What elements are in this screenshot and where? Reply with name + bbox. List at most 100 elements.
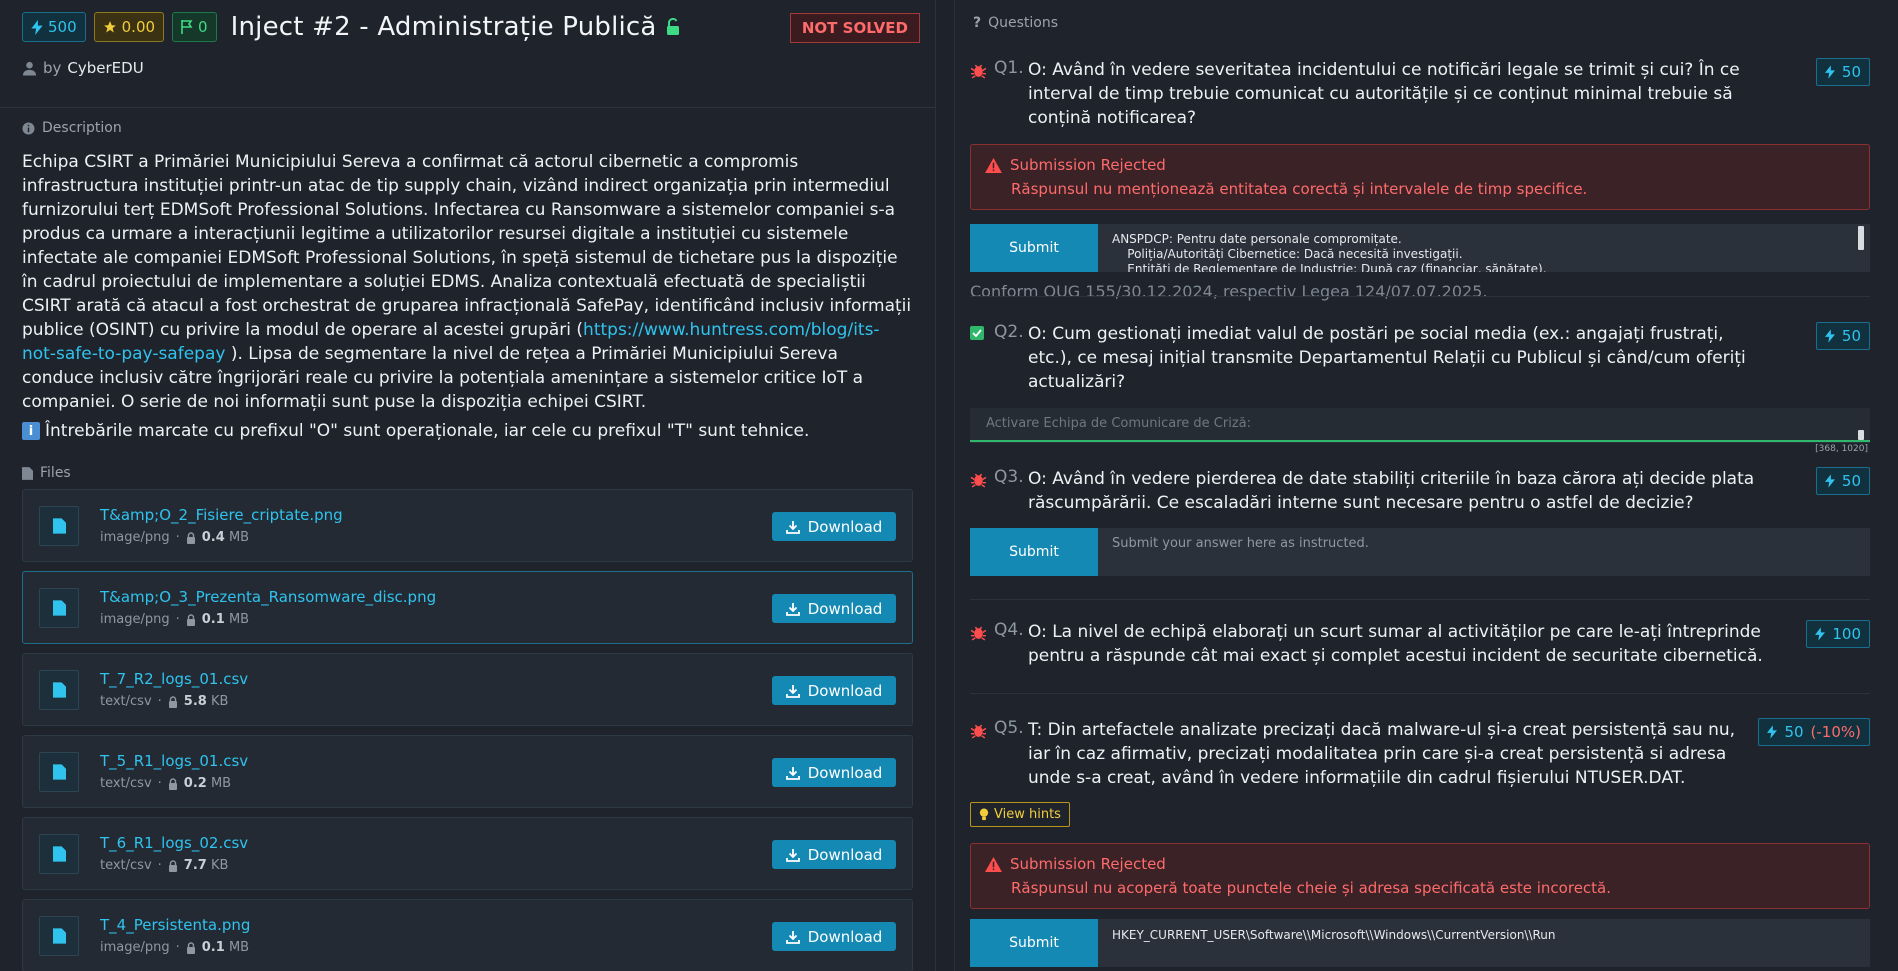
bolt-icon bbox=[1824, 65, 1835, 79]
question-points: 50 bbox=[1815, 58, 1870, 86]
warning-icon bbox=[985, 856, 1002, 872]
scrollbar[interactable] bbox=[1858, 226, 1864, 250]
description-text: Echipa CSIRT a Primăriei Municipiului Se… bbox=[22, 152, 912, 412]
files-section: Files T&amp;O_2_Fisiere_criptate.pngimag… bbox=[0, 441, 935, 971]
score-value: 0.00 bbox=[121, 18, 156, 36]
file-size: 0.4 bbox=[201, 530, 225, 545]
file-type: image/png bbox=[100, 612, 170, 627]
flags-badge: 0 bbox=[172, 12, 217, 42]
download-button[interactable]: Download bbox=[772, 840, 896, 869]
document-icon bbox=[39, 751, 79, 792]
divider bbox=[970, 442, 1870, 443]
answer-field[interactable]: Submit your answer here as instructed. bbox=[1098, 528, 1870, 576]
submit-button[interactable]: Submit bbox=[970, 224, 1098, 272]
question-points: 50 bbox=[1815, 467, 1870, 495]
question-points: 100 bbox=[1806, 620, 1870, 648]
author-name[interactable]: CyberEDU bbox=[67, 59, 143, 77]
answer-field[interactable]: Activare Echipa de Comunicare de Criză: … bbox=[970, 408, 1870, 454]
info-icon bbox=[22, 121, 35, 135]
file-meta: text/csv · 0.2 MB bbox=[100, 776, 232, 791]
status-badge: NOT SOLVED bbox=[789, 13, 920, 43]
question-text: T: Din artefactele analizate precizați d… bbox=[1028, 720, 1736, 788]
document-icon bbox=[39, 587, 79, 628]
questions-panel: ? Questions Q1. O: Având în vedere sever… bbox=[954, 0, 1898, 971]
download-icon bbox=[785, 930, 800, 944]
file-type: text/csv bbox=[100, 776, 152, 791]
download-button[interactable]: Download bbox=[772, 676, 896, 705]
question-points: 50 bbox=[1815, 322, 1870, 350]
question-text: O: Având în vedere severitatea incidentu… bbox=[1028, 60, 1740, 128]
file-type: text/csv bbox=[100, 694, 152, 709]
points-badge: 500 bbox=[22, 12, 86, 42]
questions-label: Questions bbox=[988, 15, 1059, 31]
submit-button[interactable]: Submit bbox=[970, 528, 1098, 576]
download-button[interactable]: Download bbox=[772, 758, 896, 787]
download-button[interactable]: Download bbox=[772, 512, 896, 541]
question-2: Q2. O: Cum gestionați imediat valul de p… bbox=[970, 322, 1870, 454]
star-icon bbox=[103, 21, 116, 33]
info-emoji-icon: i bbox=[22, 422, 40, 440]
download-button[interactable]: Download bbox=[772, 594, 896, 623]
bolt-icon bbox=[31, 19, 43, 35]
question-mark-icon: ? bbox=[973, 15, 982, 31]
question-number: Q1. bbox=[994, 58, 1024, 78]
file-size: 0.1 bbox=[201, 612, 225, 627]
file-name[interactable]: T_6_R1_logs_02.csv bbox=[100, 834, 248, 852]
file-name[interactable]: T&amp;O_3_Prezenta_Ransomware_disc.png bbox=[100, 588, 436, 606]
bug-icon bbox=[970, 473, 987, 488]
file-type: image/png bbox=[100, 940, 170, 955]
file-meta: image/png · 0.1 MB bbox=[100, 612, 250, 627]
file-row: T_7_R2_logs_01.csv text/csv · 5.8 KB Downloa… bbox=[22, 653, 913, 726]
file-row: T&amp;O_2_Fisiere_criptate.png image/png ·… bbox=[22, 489, 913, 562]
challenge-header: 500 0.00 0 Inject #2 - Administrație Pub… bbox=[0, 0, 935, 108]
scrollbar[interactable] bbox=[1858, 430, 1864, 440]
file-size-unit: MB bbox=[228, 530, 250, 545]
file-size-unit: KB bbox=[210, 694, 229, 709]
question-5: Q5. T: Din artefactele analizate preciza… bbox=[970, 718, 1870, 967]
flag-icon bbox=[181, 20, 193, 34]
author-line: by CyberEDU bbox=[22, 59, 913, 77]
download-icon bbox=[785, 602, 800, 616]
question-number: Q3. bbox=[994, 467, 1024, 487]
question-1: Q1. O: Având în vedere severitatea incid… bbox=[970, 58, 1870, 301]
download-icon bbox=[785, 766, 800, 780]
file-meta: text/csv · 5.8 KB bbox=[100, 694, 229, 709]
file-name[interactable]: T&amp;O_2_Fisiere_criptate.png bbox=[100, 506, 343, 524]
file-size-unit: MB bbox=[228, 940, 250, 955]
download-icon bbox=[785, 684, 800, 698]
file-meta: image/png · 0.1 MB bbox=[100, 940, 250, 955]
flags-value: 0 bbox=[198, 18, 208, 36]
page-title: Inject #2 - Administrație Publică bbox=[230, 12, 657, 42]
bolt-icon bbox=[1767, 725, 1778, 739]
file-size-unit: MB bbox=[228, 612, 250, 627]
score-badge: 0.00 bbox=[93, 12, 165, 42]
question-4: Q4. O: La nivel de echipă elaborați un s… bbox=[970, 620, 1870, 668]
questions-header: ? Questions bbox=[955, 0, 1898, 31]
user-icon bbox=[22, 61, 37, 76]
bug-icon bbox=[970, 724, 987, 739]
file-name[interactable]: T_7_R2_logs_01.csv bbox=[100, 670, 248, 688]
file-name[interactable]: T_4_Persistenta.png bbox=[100, 916, 250, 934]
answer-field[interactable]: HKEY_CURRENT_USER\Software\\Microsoft\\W… bbox=[1098, 919, 1870, 967]
lock-icon bbox=[168, 695, 177, 708]
file-type: image/png bbox=[100, 530, 170, 545]
download-icon bbox=[785, 848, 800, 862]
question-text: O: Cum gestionați imediat valul de postă… bbox=[1028, 324, 1746, 392]
file-size: 7.7 bbox=[183, 858, 207, 873]
document-icon bbox=[39, 669, 79, 710]
file-meta: image/png · 0.4 MB bbox=[100, 530, 250, 545]
description-note: i Întrebările marcate cu prefixul "O" su… bbox=[22, 421, 913, 441]
file-type: text/csv bbox=[100, 858, 152, 873]
challenge-panel: 500 0.00 0 Inject #2 - Administrație Pub… bbox=[0, 0, 936, 971]
view-hints-button[interactable]: View hints bbox=[970, 802, 1070, 827]
penalty-label: (-10%) bbox=[1810, 723, 1861, 741]
download-button[interactable]: Download bbox=[772, 922, 896, 951]
answer-field[interactable]: ANSPDCP: Pentru date personale compromiț… bbox=[1098, 224, 1870, 272]
points-value: 500 bbox=[48, 18, 77, 36]
lock-icon bbox=[186, 531, 195, 544]
submit-button[interactable]: Submit bbox=[970, 919, 1098, 967]
question-number: Q2. bbox=[994, 322, 1024, 342]
warning-icon bbox=[985, 157, 1002, 173]
file-name[interactable]: T_5_R1_logs_01.csv bbox=[100, 752, 248, 770]
files-label: Files bbox=[22, 465, 913, 481]
